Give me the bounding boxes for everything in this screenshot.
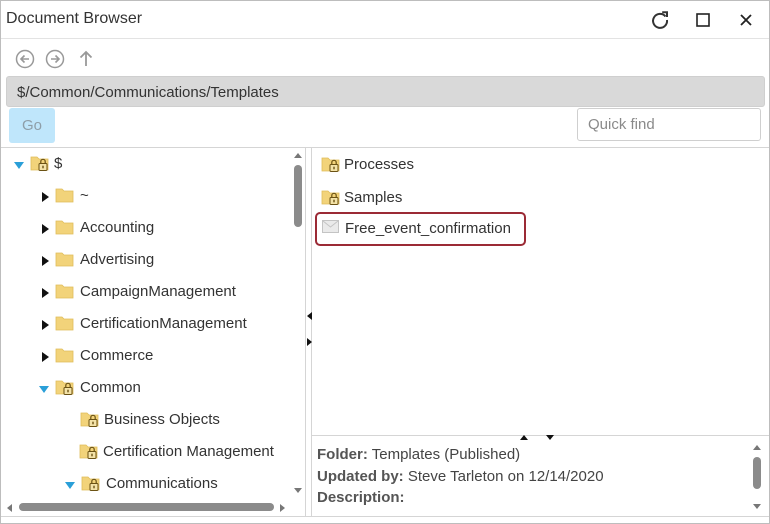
expanded-toggle-icon[interactable] [38, 382, 50, 394]
detail-folder-value: Templates (Published) [371, 446, 521, 463]
details-vertical-scrollbar[interactable] [750, 440, 764, 516]
tree-item-certification-management[interactable]: Certification Management [1, 440, 291, 464]
tree-item-label: Communications [106, 475, 218, 492]
detail-updated-value: Steve Tarleton on 12/14/2020 [407, 468, 604, 485]
folder-icon [55, 314, 74, 332]
tree-item-label: Advertising [80, 251, 155, 268]
window-title: Document Browser [6, 10, 143, 27]
scroll-right-icon[interactable] [279, 503, 287, 513]
up-arrow-icon[interactable] [76, 49, 96, 69]
tree-item-label: CertificationManagement [80, 315, 247, 332]
file-item-free-event-confirmation[interactable]: Free_event_confirmation [315, 212, 526, 246]
collapsed-toggle-icon[interactable] [39, 190, 51, 202]
details-panel: Folder: Templates (Published) Updated by… [312, 440, 769, 516]
scroll-down-icon[interactable] [752, 503, 762, 511]
scroll-down-icon[interactable] [293, 487, 303, 495]
locked-folder-icon [80, 410, 99, 428]
folder-icon [55, 250, 74, 268]
folder-icon [55, 282, 74, 300]
collapsed-toggle-icon[interactable] [39, 254, 51, 266]
tree-horizontal-scrollbar[interactable] [1, 498, 305, 516]
tree-item-label: Commerce [80, 347, 154, 364]
locked-folder-icon [321, 188, 340, 206]
tree-item-certificationmanagement[interactable]: CertificationManagement [1, 312, 281, 336]
divider [1, 516, 769, 517]
collapsed-toggle-icon[interactable] [39, 222, 51, 234]
back-arrow-icon[interactable] [15, 49, 35, 69]
document-browser-window: Document Browser $/Common/Communications… [0, 0, 770, 524]
locked-folder-icon [55, 378, 74, 396]
collapsed-toggle-icon[interactable] [39, 286, 51, 298]
locked-folder-icon [321, 155, 340, 173]
go-button[interactable]: Go [9, 108, 55, 143]
detail-description: Description: [317, 489, 405, 506]
locked-folder-icon [79, 442, 98, 460]
tree-item-label: Business Objects [104, 411, 220, 428]
tree-item-label: Accounting [80, 219, 155, 236]
tree-item-label: ~ [80, 187, 89, 204]
quick-find-input[interactable] [577, 108, 761, 141]
tree-vertical-scrollbar[interactable] [291, 148, 305, 498]
folder-icon [55, 218, 74, 236]
folder-icon [55, 186, 74, 204]
detail-folder: Folder: Templates (Published) [317, 446, 520, 463]
tree-item-communications[interactable]: Communications [1, 472, 291, 496]
expanded-toggle-icon[interactable] [64, 478, 76, 490]
detail-updated-label: Updated by: [317, 468, 404, 485]
email-template-icon [322, 220, 341, 238]
collapsed-toggle-icon[interactable] [39, 318, 51, 330]
detail-description-label: Description: [317, 489, 405, 506]
forward-arrow-icon[interactable] [45, 49, 65, 69]
file-item-label: Processes [344, 156, 415, 173]
folder-tree: $ ~ Accounting Advertising CampaignManag… [1, 148, 305, 498]
navigation-toolbar [1, 39, 769, 75]
detail-folder-label: Folder: [317, 446, 368, 463]
tree-item-business-objects[interactable]: Business Objects [1, 408, 291, 432]
tree-item-label: CampaignManagement [80, 283, 236, 300]
title-bar: Document Browser [1, 1, 769, 39]
scroll-up-icon[interactable] [752, 443, 762, 451]
detail-updated-by: Updated by: Steve Tarleton on 12/14/2020 [317, 468, 604, 485]
tree-item-label: Common [80, 379, 141, 396]
tree-item-root[interactable]: $ [1, 152, 281, 176]
file-item-processes[interactable]: Processes [321, 152, 441, 176]
tree-item-label: $ [54, 155, 63, 172]
path-field[interactable]: $/Common/Communications/Templates [6, 76, 765, 107]
close-icon[interactable] [735, 9, 757, 31]
expanded-toggle-icon[interactable] [13, 158, 25, 170]
tree-vertical-scroll-thumb[interactable] [294, 165, 302, 227]
folder-icon [55, 346, 74, 364]
tree-item-commerce[interactable]: Commerce [1, 344, 281, 368]
maximize-icon[interactable] [692, 9, 714, 31]
scroll-up-icon[interactable] [293, 151, 303, 159]
locked-folder-icon [81, 474, 100, 492]
tree-item-label: Certification Management [103, 443, 274, 460]
tree-item-advertising[interactable]: Advertising [1, 248, 281, 272]
tree-horizontal-scroll-thumb[interactable] [19, 503, 274, 511]
tree-item-common[interactable]: Common [1, 376, 281, 400]
scroll-left-icon[interactable] [5, 503, 13, 513]
vertical-splitter[interactable] [305, 148, 312, 516]
file-item-label: Free_event_confirmation [345, 220, 511, 237]
tree-item-accounting[interactable]: Accounting [1, 216, 281, 240]
tree-item-home[interactable]: ~ [1, 184, 281, 208]
locked-folder-icon [30, 154, 49, 172]
collapsed-toggle-icon[interactable] [39, 350, 51, 362]
file-item-samples[interactable]: Samples [321, 185, 441, 209]
refresh-icon[interactable] [649, 9, 671, 31]
file-item-label: Samples [344, 189, 403, 206]
path-text: $/Common/Communications/Templates [17, 84, 279, 101]
details-vertical-scroll-thumb[interactable] [753, 457, 761, 489]
tree-item-campaignmanagement[interactable]: CampaignManagement [1, 280, 281, 304]
file-list: Processes Samples Free_event_confirmatio… [312, 148, 769, 435]
